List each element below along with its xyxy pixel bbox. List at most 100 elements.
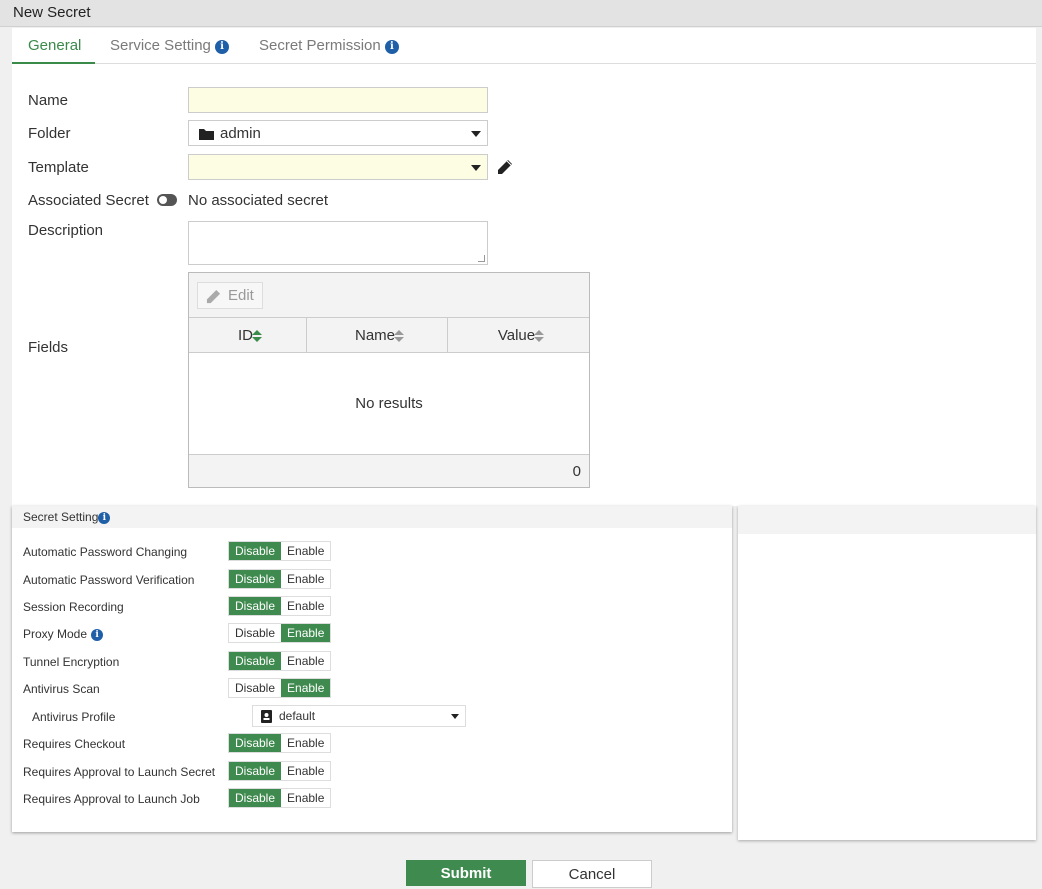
column-header-value[interactable]: Value	[448, 318, 589, 353]
setting-label-text: Proxy Mode	[23, 627, 88, 641]
disable-option[interactable]: Disable	[229, 789, 282, 807]
associated-secret-label: Associated Secret	[28, 192, 149, 209]
setting-label-text: Antivirus Scan	[23, 682, 100, 696]
fields-toolbar: Edit	[189, 273, 589, 318]
disable-enable-toggle[interactable]: Disable Enable	[228, 541, 332, 561]
pencil-icon	[206, 289, 221, 304]
disable-option[interactable]: Disable	[229, 679, 282, 697]
disable-option[interactable]: Disable	[229, 597, 282, 615]
column-value-label: Value	[497, 327, 536, 344]
disable-option[interactable]: Disable	[229, 542, 282, 560]
resize-grip-icon[interactable]	[478, 255, 485, 262]
antivirus-profile-select[interactable]: default	[252, 705, 466, 727]
template-label: Template	[28, 159, 89, 176]
setting-label: Session Recording	[23, 600, 124, 614]
setting-label-text: Automatic Password Verification	[23, 573, 195, 587]
edit-button[interactable]: Edit	[197, 282, 263, 309]
setting-label-text: Session Recording	[23, 600, 124, 614]
tab-general[interactable]: General	[12, 37, 95, 64]
enable-option[interactable]: Enable	[281, 570, 331, 588]
chevron-down-icon	[471, 165, 481, 171]
profile-icon	[261, 710, 272, 723]
window-title: New Secret	[13, 4, 91, 21]
tab-general-label: General	[28, 37, 82, 54]
folder-value: admin	[220, 125, 261, 142]
associated-secret-value: No associated secret	[188, 192, 329, 209]
setting-label: Requires Approval to Launch Job	[23, 792, 200, 806]
submit-button[interactable]: Submit	[406, 860, 526, 886]
setting-label-text: Requires Approval to Launch Job	[23, 792, 200, 806]
chevron-down-icon	[451, 714, 459, 719]
info-icon[interactable]: i	[91, 629, 104, 641]
setting-label-text: Tunnel Encryption	[23, 655, 120, 669]
disable-enable-toggle[interactable]: Disable Enable	[228, 733, 332, 753]
associated-secret-toggle[interactable]	[157, 194, 177, 206]
disable-enable-toggle[interactable]: Disable Enable	[228, 651, 332, 671]
name-label: Name	[28, 92, 69, 109]
column-header-id[interactable]: ID	[189, 318, 307, 353]
disable-option[interactable]: Disable	[229, 652, 282, 670]
tab-bar: General Service Setting i Secret Permiss…	[12, 28, 1036, 64]
disable-enable-toggle[interactable]: Disable Enable	[228, 569, 332, 589]
window-titlebar: New Secret	[0, 0, 1042, 27]
setting-label-text: Automatic Password Changing	[23, 545, 188, 559]
edit-label: Edit	[228, 287, 254, 304]
tab-service-setting[interactable]: Service Setting i	[110, 37, 230, 64]
disable-option[interactable]: Disable	[229, 734, 282, 752]
info-icon[interactable]: i	[215, 40, 230, 54]
antivirus-profile-label: Antivirus Profile	[32, 710, 116, 724]
disable-enable-toggle[interactable]: Disable Enable	[228, 678, 332, 698]
fields-empty-message: No results	[355, 395, 423, 412]
tab-secret-permission[interactable]: Secret Permission i	[259, 37, 399, 64]
right-panel	[738, 506, 1036, 840]
secret-setting-title-text: Secret Setting	[23, 510, 99, 524]
info-icon[interactable]: i	[98, 512, 111, 524]
name-input[interactable]	[188, 87, 488, 113]
secret-setting-panel: Secret Setting i Automatic Password Chang…	[12, 506, 732, 832]
tab-service-setting-label: Service Setting	[110, 37, 211, 54]
enable-option[interactable]: Enable	[281, 734, 331, 752]
enable-option[interactable]: Enable	[281, 762, 331, 780]
disable-enable-toggle[interactable]: Disable Enable	[228, 761, 332, 781]
template-select[interactable]	[188, 154, 488, 180]
enable-option[interactable]: Enable	[281, 597, 331, 615]
folder-label: Folder	[28, 125, 71, 142]
folder-select[interactable]: admin	[188, 120, 488, 146]
setting-label: Requires Approval to Launch Secret	[23, 765, 215, 779]
secret-setting-title: Secret Setting i	[23, 510, 111, 524]
disable-enable-toggle[interactable]: Disable Enable	[228, 788, 332, 808]
description-label: Description	[28, 222, 104, 239]
setting-label-text: Requires Checkout	[23, 737, 126, 751]
pencil-icon[interactable]	[497, 159, 513, 175]
disable-option[interactable]: Disable	[229, 570, 282, 588]
fields-header: ID Name Value	[189, 318, 589, 353]
right-panel-header	[738, 506, 1036, 534]
fields-count: 0	[189, 454, 589, 487]
enable-option[interactable]: Enable	[281, 624, 331, 642]
disable-enable-toggle[interactable]: Disable Enable	[228, 623, 332, 643]
secret-setting-header: Secret Setting i	[12, 506, 732, 528]
fields-table: Edit ID Name Value No results 0	[188, 272, 590, 488]
enable-option[interactable]: Enable	[281, 789, 331, 807]
disable-option[interactable]: Disable	[229, 762, 282, 780]
disable-enable-toggle[interactable]: Disable Enable	[228, 596, 332, 616]
fields-label: Fields	[28, 339, 69, 356]
setting-label: Tunnel Encryption	[23, 655, 119, 669]
enable-option[interactable]: Enable	[281, 679, 331, 697]
setting-label-text: Requires Approval to Launch Secret	[23, 765, 216, 779]
enable-option[interactable]: Enable	[281, 652, 331, 670]
folder-icon	[199, 129, 214, 140]
enable-option[interactable]: Enable	[281, 542, 331, 560]
chevron-down-icon	[471, 131, 481, 137]
setting-label: Proxy Mode i	[23, 627, 104, 641]
column-name-label: Name	[354, 327, 395, 344]
setting-label: Automatic Password Verification	[23, 573, 194, 587]
disable-option[interactable]: Disable	[229, 624, 282, 642]
setting-label: Requires Checkout	[23, 737, 125, 751]
info-icon[interactable]: i	[384, 40, 399, 54]
cancel-button[interactable]: Cancel	[532, 860, 652, 888]
description-textarea[interactable]	[188, 221, 488, 265]
general-panel: General Service Setting i Secret Permiss…	[12, 28, 1036, 506]
column-id-label: ID	[238, 327, 253, 344]
column-header-name[interactable]: Name	[307, 318, 448, 353]
